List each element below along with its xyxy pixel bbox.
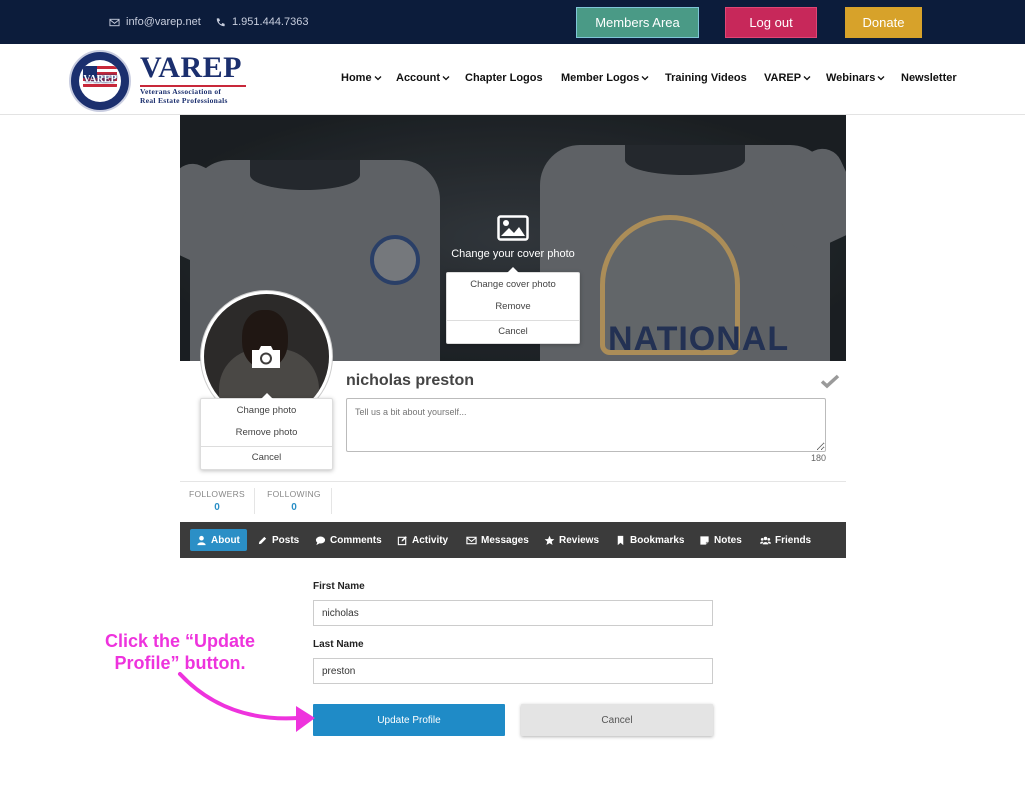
logo-tagline-1: Veterans Association of [140,87,222,96]
pointer-arrow-icon [178,672,315,732]
edit-icon [397,535,407,545]
last-name-input[interactable] [313,658,713,684]
nav-varep[interactable]: VAREP [764,72,811,84]
envelope-icon [466,536,477,544]
last-name-label: Last Name [313,639,364,650]
following-count: 0 [291,502,297,513]
tab-comments[interactable]: Comments [309,529,388,551]
nav-training-videos[interactable]: Training Videos [665,72,747,84]
phone-text: 1.951.444.7363 [232,16,309,28]
chevron-down-icon [442,76,450,81]
annotation-line-1: Click the “Update [104,631,256,651]
users-icon [760,536,771,544]
followers-count: 0 [214,502,220,513]
first-name-input[interactable] [313,600,713,626]
bio-textarea[interactable] [346,398,826,452]
tab-activity[interactable]: Activity [391,529,454,551]
cancel-cover-item[interactable]: Cancel [447,321,579,343]
nav-account[interactable]: Account [396,72,450,84]
note-icon [700,535,709,545]
nav-chapter-logos[interactable]: Chapter Logos [465,72,543,84]
cover-photo-menu: Change cover photo Remove Cancel [446,267,580,344]
remove-photo-item[interactable]: Remove photo [201,422,332,444]
varep-seal-logo[interactable]: VAREP [69,50,131,112]
star-icon [544,535,555,545]
varep-wordmark-logo[interactable]: VAREP Veterans Association of Real Estat… [140,52,246,105]
followers-stat[interactable]: FOLLOWERS 0 [180,489,254,513]
bookmark-icon [617,535,624,545]
nav-member-logos[interactable]: Member Logos [561,72,649,84]
tab-reviews[interactable]: Reviews [538,529,605,551]
tab-notes[interactable]: Notes [693,529,748,551]
bio-char-count: 180 [810,453,826,463]
email-text: info@varep.net [126,16,201,28]
top-bar: info@varep.net 1.951.444.7363 Members Ar… [0,0,1025,44]
update-profile-button[interactable]: Update Profile [313,704,505,736]
profile-photo-menu: Change photo Remove photo Cancel [200,393,333,470]
followers-label: FOLLOWERS [188,489,246,499]
logo-tagline-2: Real Estate Professionals [140,96,228,105]
comment-icon [315,536,326,545]
members-area-button[interactable]: Members Area [576,7,699,38]
following-label: FOLLOWING [267,489,321,499]
chevron-down-icon [877,76,885,81]
check-icon[interactable] [820,373,840,389]
image-icon[interactable] [497,215,529,241]
logout-button[interactable]: Log out [725,7,817,38]
following-stat[interactable]: FOLLOWING 0 [257,489,331,513]
tab-posts[interactable]: Posts [251,529,305,551]
email-contact[interactable]: info@varep.net [109,16,201,28]
chevron-down-icon [641,76,649,81]
nav-webinars[interactable]: Webinars [826,72,885,84]
profile-name: nicholas preston [346,372,475,389]
profile-tabs: About Posts Comments Activity Messages R… [180,522,846,558]
donate-button[interactable]: Donate [845,7,922,38]
change-cover-text[interactable]: Change your cover photo [430,248,596,260]
tab-about[interactable]: About [190,529,247,551]
first-name-label: First Name [313,581,365,592]
nav-newsletter[interactable]: Newsletter [901,72,957,84]
nav-home[interactable]: Home [341,72,382,84]
cancel-button[interactable]: Cancel [521,704,713,736]
tab-friends[interactable]: Friends [754,529,817,551]
chevron-down-icon [803,76,811,81]
phone-icon [216,17,225,26]
remove-cover-item[interactable]: Remove [447,296,579,318]
change-cover-photo-item[interactable]: Change cover photo [447,274,579,296]
logo-wordmark: VAREP [140,51,242,84]
tab-bookmarks[interactable]: Bookmarks [609,529,690,551]
phone-contact[interactable]: 1.951.444.7363 [215,16,308,28]
camera-icon[interactable] [249,343,283,371]
user-icon [197,535,206,545]
cancel-photo-item[interactable]: Cancel [201,447,332,469]
envelope-icon [109,18,120,26]
change-photo-item[interactable]: Change photo [201,400,332,422]
pencil-icon [258,536,267,544]
chevron-down-icon [374,76,382,81]
tab-messages[interactable]: Messages [460,529,535,551]
main-nav: VAREP VAREP Veterans Association of Real… [0,44,1025,115]
